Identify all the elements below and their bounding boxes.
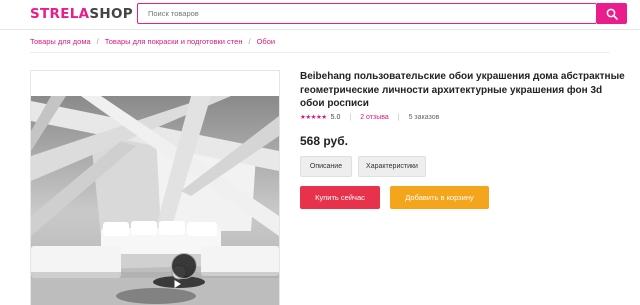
orders-count: 5 заказов	[408, 114, 440, 121]
video-play-button[interactable]	[171, 253, 197, 288]
product-photo	[31, 96, 279, 305]
product-image[interactable]	[30, 70, 280, 305]
play-icon	[174, 280, 181, 288]
tab-description[interactable]: Описание	[300, 156, 352, 177]
product-title: Beibehang пользовательские обои украшени…	[300, 71, 625, 109]
product-meta: ★★★★★ 5.0 | 2 отзыва | 5 заказов	[300, 113, 439, 123]
rating-value: 5.0	[330, 114, 341, 121]
logo-part-shop: SHOP	[89, 6, 133, 22]
search-box	[137, 3, 597, 24]
breadcrumb-painting-goods[interactable]: Товары для покраски и подготовки стен	[105, 37, 243, 46]
reviews-link[interactable]: 2 отзыва	[360, 113, 389, 123]
site-logo[interactable]: STRELASHOP	[30, 6, 133, 22]
meta-separator: |	[397, 114, 400, 121]
breadcrumb-separator: /	[96, 37, 99, 46]
product-price: 568 руб.	[300, 134, 348, 148]
meta-separator: |	[349, 114, 352, 121]
buy-now-button[interactable]: Купить сейчас	[300, 186, 380, 209]
site-header: STRELASHOP	[0, 0, 640, 30]
logo-part-strela: STRELA	[30, 6, 90, 22]
breadcrumb-divider	[30, 52, 610, 53]
breadcrumb-separator: /	[248, 37, 251, 46]
search-input[interactable]	[138, 4, 596, 22]
search-icon	[606, 8, 618, 20]
add-to-cart-button[interactable]: Добавить в корзину	[390, 186, 489, 209]
breadcrumb-home-goods[interactable]: Товары для дома	[30, 37, 91, 46]
breadcrumb: Товары для дома / Товары для покраски и по…	[30, 36, 275, 48]
tab-specifications[interactable]: Характеристики	[358, 156, 426, 177]
breadcrumb-wallpaper[interactable]: Обои	[257, 37, 276, 46]
rating-stars: ★★★★★	[300, 114, 327, 121]
search-button[interactable]	[597, 3, 627, 24]
